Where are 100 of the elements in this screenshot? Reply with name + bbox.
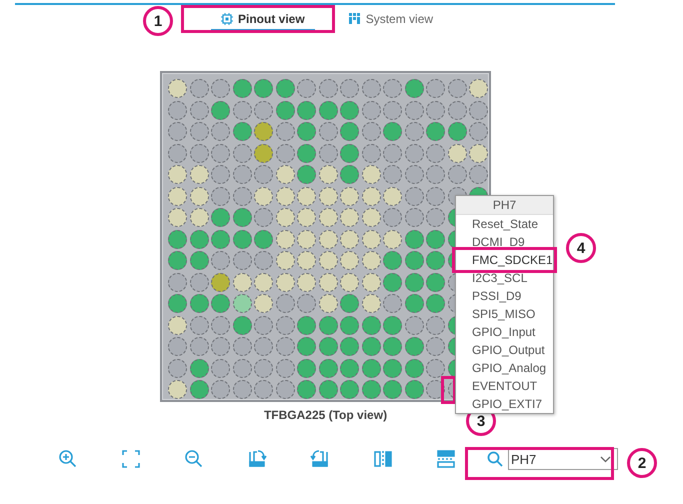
pin-pad[interactable]: [383, 358, 402, 378]
pin-pad[interactable]: [254, 380, 273, 399]
pin-pad[interactable]: [254, 144, 273, 162]
pin-pad[interactable]: [276, 251, 294, 270]
pin-pad[interactable]: [383, 251, 402, 270]
flip-vertical-icon[interactable]: [372, 448, 394, 470]
pin-pad[interactable]: [211, 144, 230, 162]
pin-pad[interactable]: [254, 230, 273, 248]
pin-pad[interactable]: [297, 122, 316, 141]
zoom-in-icon[interactable]: [57, 448, 79, 470]
pin-pad[interactable]: [362, 144, 380, 162]
menu-item[interactable]: PSSI_D9: [456, 287, 553, 305]
pin-pad[interactable]: [469, 165, 488, 184]
pin-pad[interactable]: [318, 208, 338, 227]
pin-pad[interactable]: [426, 272, 445, 292]
pin-pad[interactable]: [383, 122, 402, 141]
pin-pad[interactable]: [383, 208, 402, 227]
pin-pad[interactable]: [404, 79, 424, 98]
pin-pad[interactable]: [168, 208, 187, 227]
pin-pad[interactable]: [211, 122, 230, 141]
pin-pad[interactable]: [318, 100, 338, 120]
pin-pad[interactable]: [190, 358, 208, 378]
pin-pad[interactable]: [448, 79, 466, 98]
pin-pad[interactable]: [211, 316, 230, 334]
pin-pad[interactable]: [318, 79, 338, 98]
pin-pad[interactable]: [404, 122, 424, 141]
pin-pad[interactable]: [362, 294, 380, 313]
pin-pad[interactable]: [362, 251, 380, 270]
pin-pad[interactable]: [383, 100, 402, 120]
pin-pad[interactable]: [297, 208, 316, 227]
pin-pad[interactable]: [232, 79, 252, 98]
pin-pad[interactable]: [254, 272, 273, 292]
pin-pad[interactable]: [168, 251, 187, 270]
pin-pad[interactable]: [362, 337, 380, 356]
pin-pad[interactable]: [340, 144, 359, 162]
pin-pad[interactable]: [340, 358, 359, 378]
pin-pad[interactable]: [190, 165, 208, 184]
pin-pad[interactable]: [297, 316, 316, 334]
pin-pad[interactable]: [190, 380, 208, 399]
pin-pad[interactable]: [404, 337, 424, 356]
pin-pad[interactable]: [276, 316, 294, 334]
pin-pad[interactable]: [469, 144, 488, 162]
pin-pad[interactable]: [340, 122, 359, 141]
pin-pad[interactable]: [276, 100, 294, 120]
pin-pad[interactable]: [448, 100, 466, 120]
pin-pad[interactable]: [383, 144, 402, 162]
pin-pad[interactable]: [276, 165, 294, 184]
pin-pad[interactable]: [383, 380, 402, 399]
menu-item[interactable]: EVENTOUT: [456, 377, 553, 395]
view-tab[interactable]: System view: [338, 8, 444, 30]
pin-pad[interactable]: [340, 100, 359, 120]
pin-pad[interactable]: [297, 380, 316, 399]
pin-pad[interactable]: [297, 186, 316, 206]
pin-pad[interactable]: [404, 272, 424, 292]
pin-pad[interactable]: [318, 380, 338, 399]
pin-pad[interactable]: [211, 294, 230, 313]
pin-pad[interactable]: [190, 337, 208, 356]
pin-pad[interactable]: [168, 230, 187, 248]
menu-item[interactable]: SPI5_MISO: [456, 305, 553, 323]
pin-pad[interactable]: [340, 165, 359, 184]
pin-pad[interactable]: [318, 122, 338, 141]
pin-pad[interactable]: [254, 337, 273, 356]
pin-pad[interactable]: [254, 165, 273, 184]
pin-pad[interactable]: [469, 100, 488, 120]
pin-pad[interactable]: [318, 186, 338, 206]
pin-pad[interactable]: [211, 251, 230, 270]
pin-pad[interactable]: [426, 165, 445, 184]
menu-item[interactable]: GPIO_Input: [456, 323, 553, 341]
pin-pad[interactable]: [168, 79, 187, 98]
rotate-left-icon[interactable]: [309, 448, 331, 470]
pin-pad[interactable]: [297, 337, 316, 356]
pin-pad[interactable]: [340, 272, 359, 292]
pin-pad[interactable]: [254, 316, 273, 334]
pin-pad[interactable]: [232, 358, 252, 378]
pin-pad[interactable]: [211, 358, 230, 378]
pin-pad[interactable]: [168, 122, 187, 141]
pin-pad[interactable]: [404, 144, 424, 162]
menu-item[interactable]: GPIO_Analog: [456, 359, 553, 377]
pin-pad[interactable]: [426, 122, 445, 141]
pin-pad[interactable]: [276, 294, 294, 313]
pin-pad[interactable]: [276, 272, 294, 292]
pin-pad[interactable]: [318, 358, 338, 378]
pin-pad[interactable]: [190, 316, 208, 334]
pin-pad[interactable]: [168, 272, 187, 292]
pin-pad[interactable]: [383, 79, 402, 98]
pin-pad[interactable]: [318, 316, 338, 334]
view-tab[interactable]: Pinout view: [211, 8, 315, 30]
pin-pad[interactable]: [190, 230, 208, 248]
pin-pad[interactable]: [404, 186, 424, 206]
pin-pad[interactable]: [211, 186, 230, 206]
pin-pad[interactable]: [383, 272, 402, 292]
pin-pad[interactable]: [340, 186, 359, 206]
pin-pad[interactable]: [362, 316, 380, 334]
pin-pad[interactable]: [232, 272, 252, 292]
pin-pad[interactable]: [276, 230, 294, 248]
pin-pad[interactable]: [276, 380, 294, 399]
pin-pad[interactable]: [297, 79, 316, 98]
pin-pad[interactable]: [168, 100, 187, 120]
pin-pad[interactable]: [254, 208, 273, 227]
pin-pad[interactable]: [362, 122, 380, 141]
